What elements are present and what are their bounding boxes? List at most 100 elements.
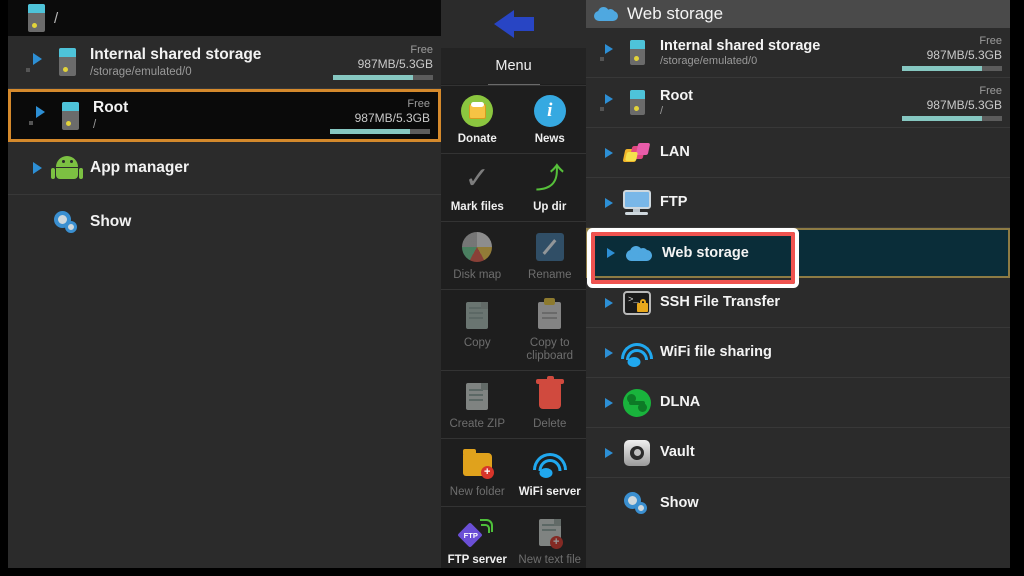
list-item-title: Web storage xyxy=(662,244,749,261)
left-file-browser-panel: / Internal shared storage /storage/emula… xyxy=(8,0,441,568)
menu-item-create-zip[interactable]: Create ZIP xyxy=(441,371,514,438)
ssh-lock-icon: >_ xyxy=(620,290,654,315)
expand-toggle[interactable] xyxy=(600,248,622,258)
clipboard-icon xyxy=(533,297,567,332)
menu-item-label: New text file xyxy=(518,554,582,566)
checkmark-icon: ✓ xyxy=(464,162,490,195)
back-arrow-bar[interactable] xyxy=(441,0,586,48)
panel-header: Web storage xyxy=(586,0,1010,28)
menu-item-label: Create ZIP xyxy=(449,418,506,430)
expand-toggle[interactable] xyxy=(598,44,620,61)
menu-item-copy[interactable]: Copy xyxy=(441,290,514,370)
app-screen: / Internal shared storage /storage/emula… xyxy=(0,0,1024,576)
menu-row: ✓ Mark files ⤴ Up dir xyxy=(441,153,586,221)
breadcrumb-path: / xyxy=(54,9,59,27)
menu-item-new-folder[interactable]: + New folder xyxy=(441,439,514,506)
chevron-right-icon xyxy=(35,106,45,118)
menu-item-label: WiFi server xyxy=(518,486,581,498)
menu-item-delete[interactable]: Delete xyxy=(514,371,587,438)
storage-icon xyxy=(50,48,84,76)
expand-toggle[interactable] xyxy=(27,106,53,125)
menu-title: Menu xyxy=(441,48,586,84)
list-item-ftp[interactable]: FTP xyxy=(586,178,1010,228)
menu-row: + New folder WiFi server xyxy=(441,438,586,506)
list-item-lan[interactable]: LAN xyxy=(586,128,1010,178)
storage-progress-bar xyxy=(333,75,433,80)
expand-toggle[interactable] xyxy=(24,162,50,174)
new-folder-icon: + xyxy=(460,447,494,481)
cloud-icon xyxy=(594,7,618,21)
expand-toggle[interactable] xyxy=(598,447,620,458)
menu-item-label: Rename xyxy=(528,269,572,281)
list-item-show[interactable]: Show xyxy=(8,195,441,248)
right-web-storage-panel: Web storage Internal shared storage /sto… xyxy=(586,0,1010,568)
chevron-right-icon xyxy=(605,94,613,104)
menu-item-label: Donate xyxy=(457,133,497,145)
storage-icon xyxy=(620,40,654,65)
menu-item-label: FTP server xyxy=(447,554,507,566)
list-item-root[interactable]: Root / Free 987MB/5.3GB xyxy=(586,78,1010,128)
chevron-right-icon xyxy=(32,52,42,65)
menu-item-rename[interactable]: Rename xyxy=(514,222,587,289)
list-item-ssh-file-transfer[interactable]: >_ SSH File Transfer xyxy=(586,278,1010,328)
menu-item-new-text-file[interactable]: + New text file xyxy=(514,507,587,568)
expand-toggle[interactable] xyxy=(598,347,620,358)
menu-item-copy-to-clipboard[interactable]: Copy to clipboard xyxy=(514,290,587,370)
breadcrumb[interactable]: / xyxy=(8,0,441,36)
list-item-subtitle: / xyxy=(93,119,97,131)
list-item-root[interactable]: Root / Free 987MB/5.3GB xyxy=(8,89,441,142)
chevron-right-icon xyxy=(605,197,613,208)
trash-icon xyxy=(533,376,567,413)
menu-item-label: News xyxy=(534,133,565,145)
menu-item-label: Copy xyxy=(463,337,491,349)
expand-toggle[interactable] xyxy=(598,147,620,158)
chevron-right-icon xyxy=(605,44,613,54)
list-item-internal-shared-storage[interactable]: Internal shared storage /storage/emulate… xyxy=(8,36,441,89)
copy-document-icon xyxy=(460,298,494,332)
menu-item-ftp-server[interactable]: FTP FTP server xyxy=(441,507,514,568)
up-arrow-icon: ⤴ xyxy=(535,162,565,195)
wifi-icon xyxy=(620,342,654,367)
storage-icon xyxy=(53,101,87,130)
chevron-right-icon xyxy=(32,162,42,174)
menu-item-wifi-server[interactable]: WiFi server xyxy=(514,439,587,506)
cloud-icon xyxy=(622,245,656,261)
ftp-icon: FTP xyxy=(457,515,494,549)
list-item-wifi-file-sharing[interactable]: WiFi file sharing xyxy=(586,328,1010,378)
menu-item-mark-files[interactable]: ✓ Mark files xyxy=(441,154,514,221)
expand-dot-icon xyxy=(600,57,604,61)
list-item-app-manager[interactable]: App manager xyxy=(8,142,441,195)
free-label: Free xyxy=(979,84,1002,97)
list-item-show[interactable]: Show xyxy=(586,478,1010,528)
list-item-web-storage[interactable]: Web storage xyxy=(586,228,1010,278)
chevron-right-icon xyxy=(605,147,613,158)
list-item-dlna[interactable]: DLNA xyxy=(586,378,1010,428)
storage-size: 987MB/5.3GB xyxy=(926,47,1002,62)
expand-toggle[interactable] xyxy=(598,197,620,208)
menu-item-label: Disk map xyxy=(453,269,502,281)
free-label: Free xyxy=(410,44,433,56)
menu-item-disk-map[interactable]: Disk map xyxy=(441,222,514,289)
expand-toggle[interactable] xyxy=(598,297,620,308)
expand-dot-icon xyxy=(600,107,604,111)
menu-row: Disk map Rename xyxy=(441,221,586,289)
list-item-subtitle: /storage/emulated/0 xyxy=(90,65,192,78)
expand-toggle[interactable] xyxy=(24,52,50,72)
list-item-title: Show xyxy=(660,494,699,511)
gears-icon xyxy=(50,210,84,234)
list-item-vault[interactable]: Vault xyxy=(586,428,1010,478)
menu-item-label: Mark files xyxy=(450,201,504,213)
list-item-title: Root xyxy=(660,87,694,104)
android-icon xyxy=(50,156,84,180)
storage-size: 987MB/5.3GB xyxy=(926,97,1002,112)
menu-row: Copy Copy to clipboard xyxy=(441,289,586,370)
menu-item-donate[interactable]: Donate xyxy=(441,86,514,153)
back-arrow-icon[interactable] xyxy=(493,9,534,39)
list-item-title: FTP xyxy=(660,194,688,210)
expand-toggle[interactable] xyxy=(598,397,620,408)
expand-toggle[interactable] xyxy=(598,94,620,111)
menu-item-up-dir[interactable]: ⤴ Up dir xyxy=(514,154,587,221)
storage-progress-bar xyxy=(330,128,430,134)
menu-item-news[interactable]: i News xyxy=(514,86,587,153)
list-item-internal-shared-storage[interactable]: Internal shared storage /storage/emulate… xyxy=(586,28,1010,78)
